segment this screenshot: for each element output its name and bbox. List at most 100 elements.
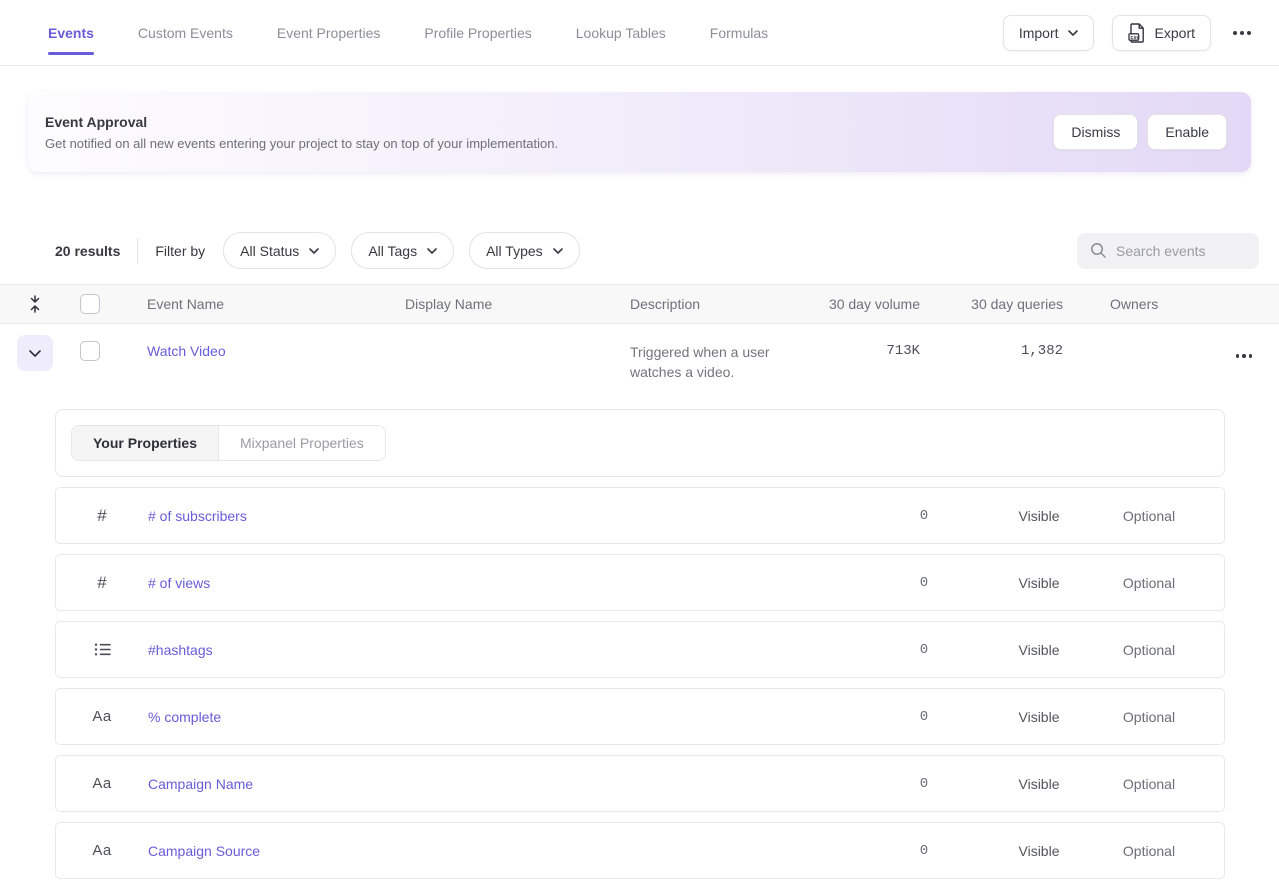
- column-queries: 30 day queries: [971, 296, 1063, 312]
- export-button-label: Export: [1155, 25, 1195, 41]
- property-requirement: Optional: [1094, 642, 1204, 658]
- property-requirement: Optional: [1094, 709, 1204, 725]
- tags-filter-dropdown[interactable]: All Tags: [351, 232, 454, 269]
- property-visibility: Visible: [984, 843, 1094, 859]
- property-visibility: Visible: [984, 575, 1094, 591]
- import-button-label: Import: [1019, 25, 1059, 41]
- column-event-name: Event Name: [147, 296, 405, 312]
- queries-cell: 1,382: [1021, 324, 1063, 359]
- property-queries: 0: [864, 843, 984, 859]
- top-navigation: Events Custom Events Event Properties Pr…: [0, 0, 1279, 66]
- properties-panel: Your Properties Mixpanel Properties # # …: [55, 409, 1225, 884]
- table-header: Event Name Display Name Description 30 d…: [0, 284, 1279, 324]
- chevron-down-icon: [427, 248, 437, 254]
- banner-text: Event Approval Get notified on all new e…: [45, 114, 558, 151]
- property-requirement: Optional: [1094, 508, 1204, 524]
- export-button[interactable]: csv Export: [1112, 15, 1211, 51]
- property-visibility: Visible: [984, 776, 1094, 792]
- property-queries: 0: [864, 709, 984, 725]
- property-name-link[interactable]: # of subscribers: [148, 508, 864, 524]
- row-checkbox[interactable]: [80, 341, 100, 361]
- property-row: Aa % complete 0 Visible Optional: [55, 688, 1225, 745]
- property-row: #hashtags 0 Visible Optional: [55, 621, 1225, 678]
- chevron-down-icon: [553, 248, 563, 254]
- property-name-link[interactable]: % complete: [148, 709, 864, 725]
- status-filter-label: All Status: [240, 243, 299, 259]
- column-description: Description: [630, 296, 820, 312]
- table-row: Watch Video Triggered when a user watche…: [0, 324, 1279, 409]
- text-icon: Aa: [56, 708, 148, 725]
- enable-button[interactable]: Enable: [1147, 114, 1227, 150]
- number-glyph: #: [97, 506, 106, 526]
- property-row: Aa Campaign Source 0 Visible Optional: [55, 822, 1225, 879]
- property-name-link[interactable]: Campaign Source: [148, 843, 864, 859]
- csv-badge-text: csv: [1130, 34, 1140, 40]
- types-filter-label: All Types: [486, 243, 543, 259]
- column-owners: Owners: [1063, 296, 1209, 312]
- search-input[interactable]: [1116, 243, 1256, 259]
- tab-events[interactable]: Events: [48, 0, 94, 65]
- results-count: 20 results: [55, 243, 120, 259]
- tab-your-properties[interactable]: Your Properties: [72, 426, 219, 460]
- property-queries: 0: [864, 575, 984, 591]
- description-cell: Triggered when a user watches a video.: [630, 324, 820, 382]
- property-row: # # of views 0 Visible Optional: [55, 554, 1225, 611]
- list-icon: [56, 642, 148, 657]
- row-menu-icon[interactable]: [1232, 348, 1257, 364]
- search-box: [1077, 233, 1259, 269]
- event-approval-banner: Event Approval Get notified on all new e…: [28, 92, 1251, 172]
- property-name-link[interactable]: # of views: [148, 575, 864, 591]
- status-filter-dropdown[interactable]: All Status: [223, 232, 336, 269]
- column-display-name: Display Name: [405, 296, 630, 312]
- number-icon: #: [56, 573, 148, 593]
- property-row: # # of subscribers 0 Visible Optional: [55, 487, 1225, 544]
- chevron-down-icon: [29, 350, 41, 357]
- text-glyph: Aa: [92, 842, 111, 859]
- property-requirement: Optional: [1094, 575, 1204, 591]
- property-queries: 0: [864, 508, 984, 524]
- property-name-link[interactable]: #hashtags: [148, 642, 864, 658]
- chevron-down-icon: [1068, 30, 1078, 36]
- tab-mixpanel-properties[interactable]: Mixpanel Properties: [219, 426, 385, 460]
- filter-bar: 20 results Filter by All Status All Tags…: [0, 232, 1279, 269]
- tab-profile-properties[interactable]: Profile Properties: [424, 0, 531, 65]
- divider: [137, 238, 138, 264]
- nav-actions: Import csv Export: [1003, 15, 1255, 51]
- properties-tabs-card: Your Properties Mixpanel Properties: [55, 409, 1225, 477]
- types-filter-dropdown[interactable]: All Types: [469, 232, 580, 269]
- import-button[interactable]: Import: [1003, 15, 1094, 51]
- property-requirement: Optional: [1094, 843, 1204, 859]
- tab-event-properties[interactable]: Event Properties: [277, 0, 381, 65]
- search-icon: [1090, 242, 1107, 259]
- property-queries: 0: [864, 642, 984, 658]
- tab-lookup-tables[interactable]: Lookup Tables: [576, 0, 666, 65]
- tab-formulas[interactable]: Formulas: [710, 0, 768, 65]
- number-icon: #: [56, 506, 148, 526]
- property-visibility: Visible: [984, 508, 1094, 524]
- column-volume: 30 day volume: [829, 296, 920, 312]
- banner-title: Event Approval: [45, 114, 558, 130]
- text-icon: Aa: [56, 842, 148, 859]
- property-requirement: Optional: [1094, 776, 1204, 792]
- tab-custom-events[interactable]: Custom Events: [138, 0, 233, 65]
- more-options-icon[interactable]: [1229, 25, 1255, 41]
- properties-tab-switcher: Your Properties Mixpanel Properties: [71, 425, 386, 461]
- collapse-row-button[interactable]: [17, 335, 53, 371]
- event-name-link[interactable]: Watch Video: [147, 324, 405, 359]
- tags-filter-label: All Tags: [368, 243, 417, 259]
- chevron-down-icon: [309, 248, 319, 254]
- property-name-link[interactable]: Campaign Name: [148, 776, 864, 792]
- property-queries: 0: [864, 776, 984, 792]
- text-glyph: Aa: [92, 708, 111, 725]
- select-all-checkbox[interactable]: [80, 294, 100, 314]
- nav-tabs: Events Custom Events Event Properties Pr…: [48, 0, 768, 65]
- csv-file-icon: csv: [1128, 23, 1146, 43]
- filter-by-label: Filter by: [155, 243, 205, 259]
- property-visibility: Visible: [984, 642, 1094, 658]
- property-row: Aa Campaign Name 0 Visible Optional: [55, 755, 1225, 812]
- text-icon: Aa: [56, 775, 148, 792]
- dismiss-button[interactable]: Dismiss: [1053, 114, 1138, 150]
- property-visibility: Visible: [984, 709, 1094, 725]
- banner-subtitle: Get notified on all new events entering …: [45, 136, 558, 151]
- collapse-all-icon[interactable]: [0, 295, 70, 313]
